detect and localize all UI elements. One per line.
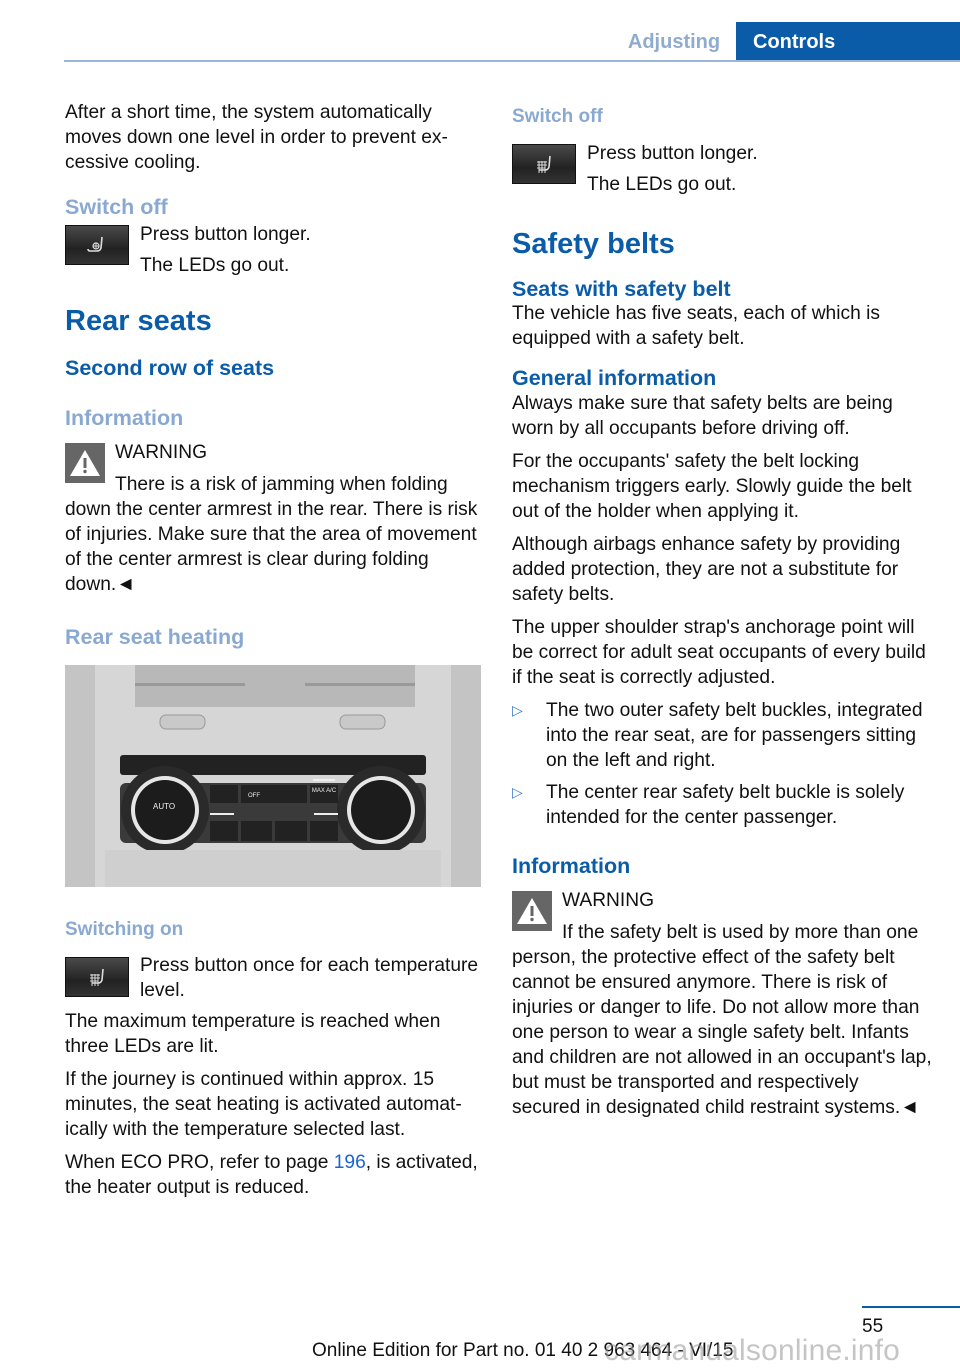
seat-heating-button-icon-right bbox=[512, 144, 576, 184]
auto-button-label: AUTO bbox=[153, 802, 176, 811]
header-divider bbox=[64, 60, 960, 62]
switch-off-instruction-right: Press button longer. The LEDs go out. bbox=[512, 142, 932, 197]
warning-label: WARNING bbox=[115, 442, 208, 463]
general-information-heading: General information bbox=[512, 366, 717, 390]
seats-with-belt-heading: Seats with safety belt bbox=[512, 277, 731, 301]
triangle-bullet-icon: ▷ bbox=[512, 702, 523, 718]
triangle-bullet-icon: ▷ bbox=[512, 784, 523, 800]
switching-on-instruction: Press button once for each tempera­ture … bbox=[65, 953, 481, 1003]
footer-divider bbox=[862, 1306, 960, 1308]
rear-seats-title: Rear seats bbox=[65, 305, 212, 337]
intro-paragraph: After a short time, the system automatic… bbox=[65, 102, 448, 173]
bullet-item: ▷ The center rear safety belt buckle is … bbox=[512, 780, 932, 830]
warning-label-right: WARNING bbox=[562, 890, 655, 911]
information-heading: Information bbox=[65, 406, 184, 430]
eco-pro-text-before: When ECO PRO, refer to page bbox=[65, 1152, 334, 1173]
tab-adjusting[interactable]: Adjusting bbox=[612, 22, 736, 62]
warning-block-right: WARNING If the safety belt is used by mo… bbox=[512, 888, 932, 1120]
second-row-title: Second row of seats bbox=[65, 356, 275, 380]
rear-climate-panel-image: AUTO OFF MAX A/C bbox=[65, 665, 481, 887]
bullet-text: The center rear safety belt buckle is so… bbox=[546, 782, 905, 828]
seat-ventilation-icon bbox=[87, 236, 103, 252]
tab-controls[interactable]: Controls bbox=[736, 22, 960, 62]
eco-pro-paragraph: When ECO PRO, refer to page 196, is acti… bbox=[65, 1150, 481, 1200]
switch-off-instruction: Press button longer. The LEDs go out. bbox=[65, 223, 481, 278]
safety-belts-title: Safety belts bbox=[512, 228, 675, 260]
max-temperature-paragraph: The maximum temperature is reached when … bbox=[65, 1011, 441, 1057]
warning-block: WARNING There is a risk of jamming when … bbox=[65, 440, 481, 597]
bullet-item: ▷ The two outer safety belt buckles, int… bbox=[512, 698, 932, 773]
switch-off-heading-right: Switch off bbox=[512, 106, 603, 127]
watermark: carmanualsonline.info bbox=[604, 1334, 901, 1367]
warning-icon bbox=[65, 443, 105, 483]
general-paragraph-4: The upper shoulder strap's anchorage poi… bbox=[512, 617, 926, 688]
information-heading-right: Information bbox=[512, 854, 631, 878]
general-paragraph-3: Although airbags enhance safety by provi… bbox=[512, 534, 901, 605]
bullet-text: The two outer safety belt buckles, integ… bbox=[546, 700, 923, 771]
general-paragraph-2: For the occupants' safety the belt locki… bbox=[512, 451, 912, 522]
switch-off-right-line2: The LEDs go out. bbox=[587, 174, 737, 195]
journey-paragraph: If the journey is continued within appro… bbox=[65, 1069, 462, 1140]
seat-heating-icon bbox=[90, 968, 104, 986]
warning-text: There is a risk of jamming when folding … bbox=[65, 474, 478, 595]
switching-on-text: Press button once for each tempera­ture … bbox=[140, 955, 479, 1001]
seat-ventilation-button-icon bbox=[65, 225, 129, 265]
page-196-link[interactable]: 196 bbox=[334, 1152, 366, 1173]
seats-with-belt-text: The vehicle has five seats, each of whic… bbox=[512, 303, 880, 349]
general-paragraph-1: Always make sure that safety belts are b… bbox=[512, 393, 893, 439]
right-column: Switch off Press button longer. The LEDs… bbox=[512, 104, 932, 1120]
switch-off-line1: Press button longer. bbox=[140, 224, 311, 245]
rear-seat-heating-heading: Rear seat heating bbox=[65, 625, 245, 649]
fan-off-label: OFF bbox=[248, 793, 260, 799]
switch-off-line2: The LEDs go out. bbox=[140, 255, 290, 276]
warning-icon bbox=[512, 891, 552, 931]
switch-off-right-line1: Press button longer. bbox=[587, 143, 758, 164]
warning-text-right: If the safety belt is used by more than … bbox=[512, 922, 932, 1118]
seat-heating-button-icon bbox=[65, 957, 129, 997]
switching-on-heading: Switching on bbox=[65, 919, 184, 940]
switch-off-heading: Switch off bbox=[65, 195, 168, 219]
seat-heating-icon bbox=[537, 155, 551, 173]
max-ac-label: MAX A/C bbox=[311, 788, 337, 794]
left-column: After a short time, the system automatic… bbox=[65, 100, 481, 1208]
